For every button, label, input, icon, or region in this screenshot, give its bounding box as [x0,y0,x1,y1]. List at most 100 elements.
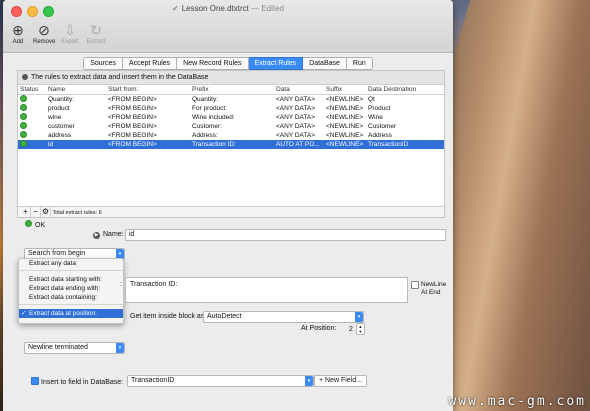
stepper-arrows-icon[interactable]: ▲ ▼ [355,323,365,335]
tab-sources[interactable]: Sources [83,57,123,70]
table-row[interactable]: Quantity: <FROM BEGIN> Quantity: <ANY DATA>… [18,95,444,105]
table-cell: <ANY DATA> [276,96,316,103]
ok-status-icon [25,220,32,227]
table-cell: <ANY DATA> [276,132,316,139]
table-cell: customer [48,123,75,130]
extract-button[interactable]: ↻ Extract [85,22,107,45]
disclosure-icon[interactable] [22,74,28,80]
rules-footer: + − ⚙ Total extract rules: 6 [18,206,444,217]
col-data[interactable]: Data [274,85,324,95]
name-input[interactable]: id [125,229,446,241]
export-button[interactable]: ⇩ Export [59,22,81,45]
menu-item-containing[interactable]: Extract data containing: [19,293,123,302]
status-ok: OK [25,220,45,229]
table-cell: <FROM BEGIN> [106,140,190,149]
newline-at-end-checkbox[interactable] [411,281,419,289]
status-cell [18,122,46,131]
add-button[interactable]: ⊕ Add [7,22,29,45]
add-icon: ⊕ [12,22,24,38]
table-row[interactable]: product <FROM BEGIN> For product: <ANY DATA… [18,104,444,113]
tab-run[interactable]: Run [346,57,373,70]
col-name[interactable]: Name [46,85,106,95]
ok-label: OK [35,222,46,229]
table-cell: Wine included: [192,114,235,121]
table-header-row: Status Name Start from: Prefix Data Suff… [18,85,444,95]
col-data-destination[interactable]: Data Destination [366,85,444,95]
table-cell: wine [48,114,62,121]
table-cell: <NEWLINE> [326,132,364,139]
table-cell: <ANY DATA> [276,123,316,130]
add-rule-button[interactable]: + [21,207,31,217]
gear-icon[interactable]: ⚙ [41,207,51,217]
table-cell: <NEWLINE> [326,114,364,121]
search-from-value: Search from begin [28,250,86,257]
status-ok-icon [20,122,27,129]
table-cell: <NEWLINE> [324,140,366,149]
database-field-select[interactable]: TransactionID ▾ [127,375,314,387]
col-start-from[interactable]: Start from: [106,85,190,95]
table-cell: <ANY DATA> [276,114,316,121]
status-ok-icon [20,113,27,120]
table-cell: For product: [192,105,228,112]
insert-to-field-option[interactable]: Insert to field in DataBase: [31,377,123,386]
table-row[interactable]: wine <FROM BEGIN> Wine included: <ANY DATA>… [18,113,444,122]
checkmark-icon: ✓ [21,310,27,317]
status-ok-icon [20,104,27,111]
app-window: ✓ Lesson One.dtxtrct — Edited ⊕ Add ⊘ Rem… [3,0,453,411]
table-cell: Address: [192,132,218,139]
table-cell: Product [368,105,391,112]
tab-accept-rules[interactable]: Accept Rules [122,57,178,70]
status-cell [18,104,46,113]
add-label: Add [12,39,24,45]
newline-terminated-select[interactable]: Newline terminated ▾ [24,342,125,354]
position-stepper[interactable]: 2 ▲ ▼ [349,323,365,335]
col-status[interactable]: Status [18,85,46,95]
insert-to-field-label: Insert to field in DataBase: [41,379,124,386]
table-cell: <FROM BEGIN> [108,105,157,112]
table-cell: Address [368,132,392,139]
titlebar: ✓ Lesson One.dtxtrct — Edited ⊕ Add ⊘ Rem… [3,0,453,53]
status-cell [18,131,46,140]
get-item-value: AutoDetect [207,313,242,320]
table-cell: <ANY DATA> [276,105,316,112]
remove-rule-button[interactable]: − [31,207,41,217]
rules-heading: The rules to extract data and insert the… [31,74,209,81]
menu-item-any-data[interactable]: Extract any data [19,259,123,268]
col-prefix[interactable]: Prefix [190,85,274,95]
tab-bar: Sources Accept Rules New Record Rules Ex… [3,57,453,70]
table-row[interactable]: address <FROM BEGIN> Address: <ANY DATA> <NE… [18,131,444,140]
tab-new-record-rules[interactable]: New Record Rules [177,57,249,70]
tab-extract-rules[interactable]: Extract Rules [248,57,304,70]
menu-item-at-position-label: Extract data at position: [29,310,97,317]
remove-button[interactable]: ⊘ Remove [33,22,55,45]
col-suffix[interactable]: Suffix [324,85,366,95]
export-label: Export [61,39,79,45]
extract-icon: ↻ [90,22,102,38]
table-row[interactable]: id <FROM BEGIN> Transaction ID: AUTO AT PO.… [18,140,444,149]
new-field-button[interactable]: + New Field... [314,375,367,387]
menu-item-starting-with[interactable]: Extract data starting with: [19,275,123,284]
newline-at-end-option[interactable]: NewLine At End [411,281,449,297]
table-cell: id [46,140,106,149]
arrow-right-icon: ▶ [93,232,100,239]
menu-item-at-position[interactable]: ✓ Extract data at position: [19,309,123,318]
tab-database[interactable]: DataBase [303,57,347,70]
table-cell: Customer [368,123,397,130]
menu-item-ending-with[interactable]: Extract data ending with: [19,284,123,293]
table-cell: TransactionID [366,140,444,149]
toolbar: ⊕ Add ⊘ Remove ⇩ Export ↻ Extract [7,22,107,45]
table-cell: address [48,132,72,139]
watermark: www.mac-gm.com [448,394,586,409]
total-rules-label: Total extract rules: 6 [52,210,102,216]
at-position-label: At Position: [301,325,337,332]
table-row[interactable]: customer <FROM BEGIN> Customer: <ANY DATA> <… [18,122,444,131]
insert-to-field-checkbox[interactable] [31,377,39,385]
rules-table-body: Quantity: <FROM BEGIN> Quantity: <ANY DATA>… [18,95,444,149]
table-cell: AUTO AT PO... [274,140,324,149]
prefix-textarea[interactable]: Transaction ID: [125,277,408,303]
table-cell: <NEWLINE> [326,96,364,103]
table-cell: <FROM BEGIN> [108,96,157,103]
rules-table: Status Name Start from: Prefix Data Suff… [18,85,444,149]
get-item-select[interactable]: AutoDetect ▾ [203,311,364,323]
status-ok-icon [20,140,27,147]
